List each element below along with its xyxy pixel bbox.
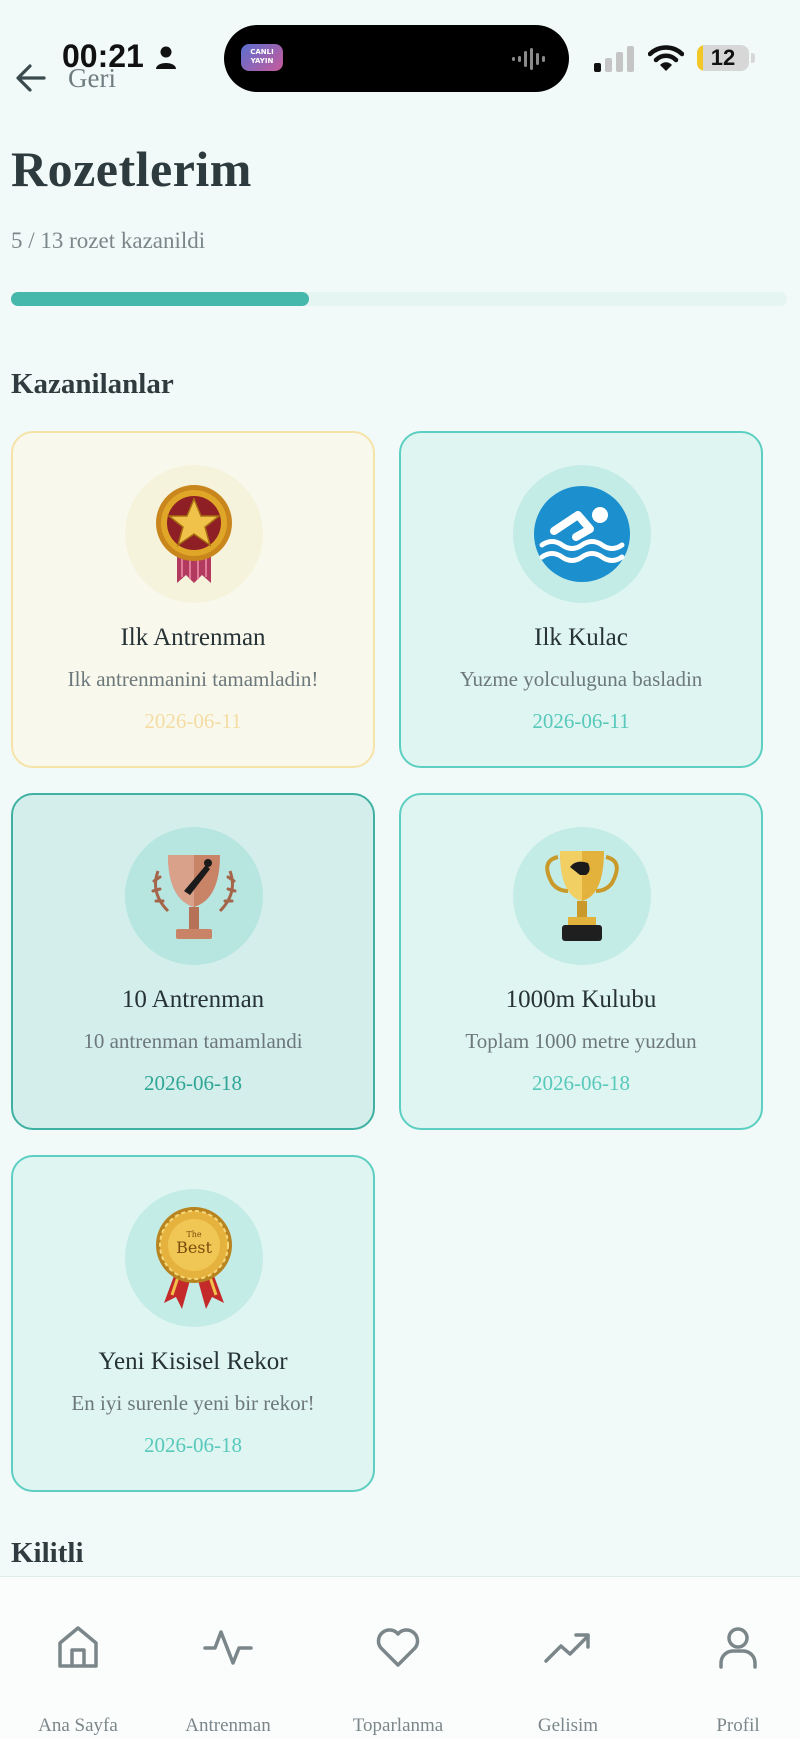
back-arrow-icon <box>16 64 46 92</box>
status-bar: 00:21 CANLI YAYIN 12 <box>0 0 800 100</box>
battery-cap <box>751 53 755 63</box>
activity-icon <box>203 1630 253 1665</box>
seal-main-text: Best <box>176 1238 212 1257</box>
dynamic-island: CANLI YAYIN <box>224 25 569 92</box>
trending-up-icon <box>544 1633 590 1663</box>
person-icon <box>156 46 176 69</box>
badge-card-10-workouts[interactable]: 10 Antrenman 10 antrenman tamamlandi 202… <box>11 793 375 1130</box>
earned-section-title: Kazanilanlar <box>11 368 174 400</box>
back-label: Geri <box>68 62 116 93</box>
swimmer-icon <box>534 486 630 582</box>
badge-description: Toplam 1000 metre yuzdun <box>465 1029 697 1053</box>
back-button[interactable]: Geri <box>14 56 116 100</box>
badge-progress-fill <box>11 292 310 306</box>
badge-date: 2026-06-18 <box>144 1071 242 1095</box>
battery-indicator: 12 <box>697 45 749 71</box>
nav-item-home[interactable]: Ana Sayfa <box>0 1577 158 1738</box>
nav-item-workout[interactable]: Antrenman <box>148 1577 308 1738</box>
best-seal-icon: The Best <box>156 1207 232 1309</box>
badge-progress-text: 5 / 13 rozet kazanildi <box>11 228 206 253</box>
badge-icon-circle: The Best <box>125 1189 263 1327</box>
bronze-trophy-icon <box>151 855 237 939</box>
nav-item-progress[interactable]: Gelisim <box>488 1577 648 1738</box>
nav-label: Toparlanma <box>352 1715 444 1736</box>
badge-date: 2026-06-18 <box>144 1433 242 1457</box>
badge-icon-circle <box>513 827 651 965</box>
heart-icon <box>376 1628 420 1667</box>
badge-title: 10 Antrenman <box>121 986 265 1013</box>
badge-progress-bar <box>11 292 787 306</box>
badge-description: 10 antrenman tamamlandi <box>83 1029 303 1053</box>
badge-icon-circle <box>513 465 651 603</box>
badge-title: Yeni Kisisel Rekor <box>98 1348 288 1375</box>
battery-level-label: 12 <box>710 45 736 70</box>
badge-title: Ilk Kulac <box>534 624 628 651</box>
badge-card-1000m-club[interactable]: 1000m Kulubu Toplam 1000 metre yuzdun 20… <box>399 793 763 1130</box>
badge-icon-circle <box>125 827 263 965</box>
waveform-icon <box>512 48 545 70</box>
user-icon <box>719 1627 757 1669</box>
badge-title: 1000m Kulubu <box>505 986 657 1013</box>
home-icon <box>58 1626 98 1668</box>
wifi-icon <box>648 45 684 71</box>
nav-item-profile[interactable]: Profil <box>658 1577 800 1738</box>
badge-title: Ilk Antrenman <box>120 624 266 651</box>
badge-description: Ilk antrenmanini tamamladin! <box>67 667 319 691</box>
nav-item-recovery[interactable]: Toparlanma <box>318 1577 478 1738</box>
bottom-navigation: Ana Sayfa Antrenman Toparlanma Gelisim P… <box>0 1576 800 1738</box>
cellular-signal-icon <box>594 46 634 72</box>
live-broadcast-badge: CANLI YAYIN <box>241 44 283 71</box>
badge-description: En iyi surenle yeni bir rekor! <box>71 1391 315 1415</box>
badge-date: 2026-06-18 <box>532 1071 630 1095</box>
badge-icon-circle <box>125 465 263 603</box>
gold-star-medal-icon <box>156 485 232 583</box>
badge-date: 2026-06-11 <box>144 709 242 733</box>
badge-card-first-workout[interactable]: Ilk Antrenman Ilk antrenmanini tamamladi… <box>11 431 375 768</box>
locked-section-title: Kilitli <box>11 1537 84 1569</box>
badge-card-new-personal-record[interactable]: The Best Yeni Kisisel Rekor En iyi suren… <box>11 1155 375 1492</box>
badge-card-first-stroke[interactable]: Ilk Kulac Yuzme yolculuguna basladin 202… <box>399 431 763 768</box>
nav-label: Ana Sayfa <box>38 1715 118 1736</box>
gold-trophy-icon <box>545 851 619 941</box>
nav-label: Gelisim <box>537 1715 599 1736</box>
nav-label: Profil <box>716 1715 760 1736</box>
badge-description: Yuzme yolculuguna basladin <box>459 667 703 691</box>
nav-label: Antrenman <box>185 1715 271 1736</box>
page-title: Rozetlerim <box>11 141 252 197</box>
badge-date: 2026-06-11 <box>532 709 630 733</box>
